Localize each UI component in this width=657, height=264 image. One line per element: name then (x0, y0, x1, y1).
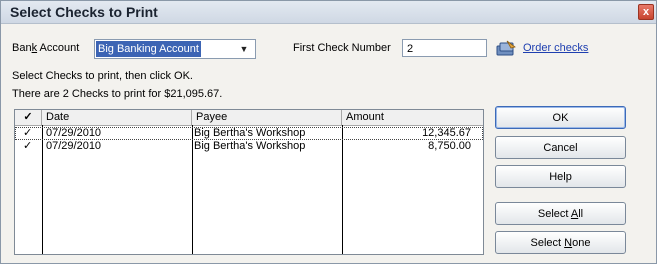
bank-account-label: Bank Account (12, 42, 79, 54)
table-header: ✓ Date Payee Amount (15, 110, 483, 126)
select-none-pre: Select (530, 237, 565, 249)
bank-account-label-post: Account (37, 42, 80, 54)
select-all-post: ll (578, 208, 584, 220)
table-row[interactable]: ✓ 07/29/2010 Big Bertha's Workshop 12,34… (15, 127, 483, 140)
help-button[interactable]: Help (495, 165, 626, 188)
checks-table[interactable]: ✓ Date Payee Amount ✓ 07/29/2010 Big Ber… (14, 109, 484, 255)
bank-account-value: Big Banking Account (96, 41, 201, 57)
first-check-number-label: First Check Number (293, 42, 391, 54)
cancel-button[interactable]: Cancel (495, 136, 626, 159)
first-check-number-input[interactable]: 2 (402, 39, 487, 57)
header-amount-column[interactable]: Amount (342, 110, 483, 125)
select-all-button[interactable]: Select All (495, 202, 626, 225)
chevron-down-icon[interactable]: ▼ (237, 42, 251, 56)
row-amount: 12,345.67 (422, 127, 471, 139)
header-check-column[interactable]: ✓ (15, 110, 42, 125)
title-bar: Select Checks to Print x (1, 1, 656, 24)
row-payee: Big Bertha's Workshop (194, 140, 306, 152)
row-date: 07/29/2010 (46, 140, 102, 152)
header-date-column[interactable]: Date (42, 110, 192, 125)
select-none-button[interactable]: Select None (495, 231, 626, 254)
table-row[interactable]: ✓ 07/29/2010 Big Bertha's Workshop 8,750… (15, 140, 483, 153)
dialog-title: Select Checks to Print (10, 4, 158, 20)
instruction-text: Select Checks to print, then click OK. (12, 70, 193, 82)
bank-account-label-pre: Ban (12, 42, 32, 54)
row-check-mark[interactable]: ✓ (23, 140, 32, 153)
row-amount: 8,750.00 (428, 140, 471, 152)
checks-summary-text: There are 2 Checks to print for $21,095.… (12, 88, 223, 100)
header-payee-column[interactable]: Payee (192, 110, 342, 125)
select-checks-dialog: Select Checks to Print x Bank Account Bi… (0, 0, 657, 264)
order-checks-icon[interactable] (495, 39, 517, 57)
row-check-mark[interactable]: ✓ (23, 127, 32, 140)
select-none-accel: N (564, 237, 573, 249)
row-date: 07/29/2010 (46, 127, 102, 139)
select-all-pre: Select (537, 208, 571, 220)
close-button[interactable]: x (638, 4, 654, 20)
ok-button[interactable]: OK (495, 106, 626, 129)
order-checks-link[interactable]: Order checks (523, 42, 588, 54)
row-payee: Big Bertha's Workshop (194, 127, 306, 139)
select-none-post: one (572, 237, 591, 249)
bank-account-dropdown[interactable]: Big Banking Account ▼ (94, 39, 256, 59)
